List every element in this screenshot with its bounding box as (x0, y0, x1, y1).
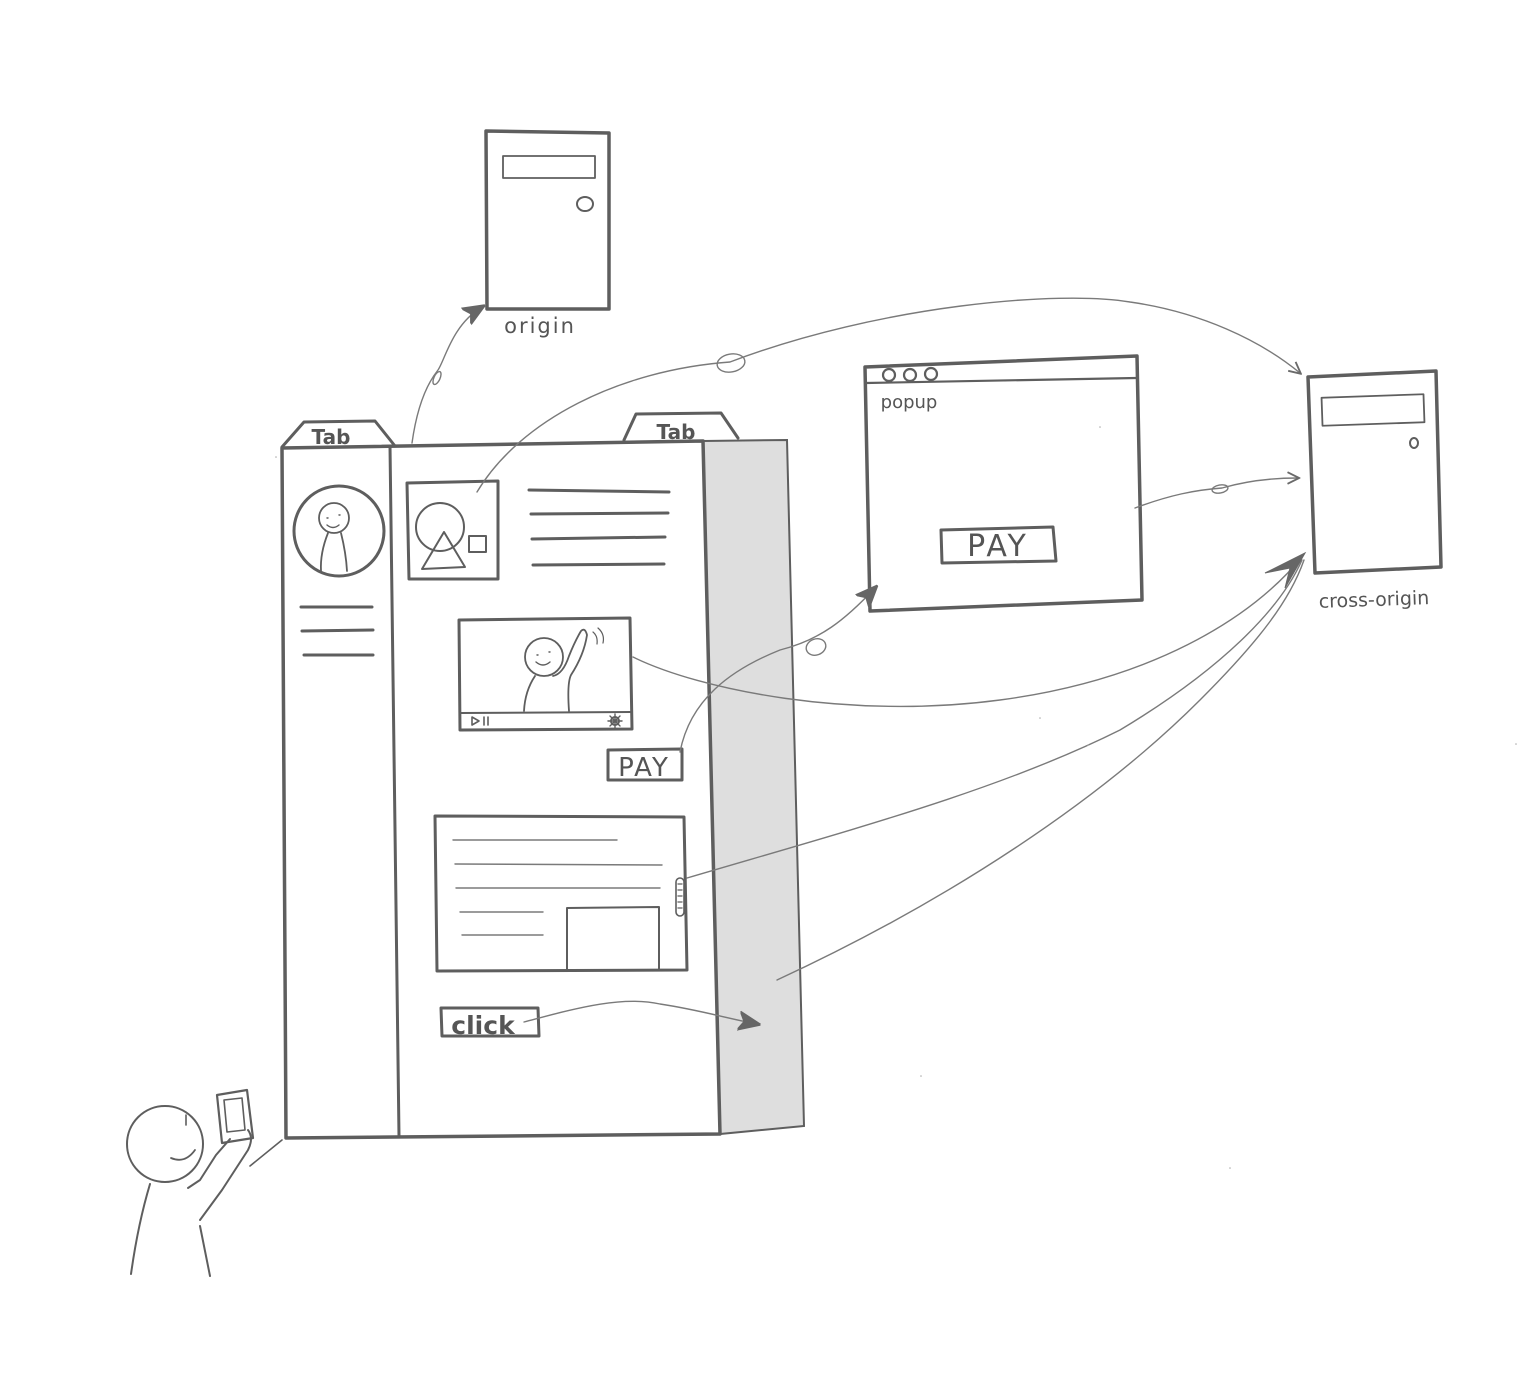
tab-left-label: Tab (312, 425, 351, 449)
video-player[interactable] (457, 616, 634, 732)
diagram-canvas: origin cross-origin Tab Tab PAY click po… (0, 0, 1526, 1387)
pay-button-label: PAY (618, 753, 670, 783)
diagram-svg: origin cross-origin Tab Tab PAY click po… (126, 129, 1517, 1277)
cross-origin-server-icon (1306, 369, 1443, 575)
sidebar-text-lines (299, 605, 375, 657)
pay-button[interactable]: PAY (606, 747, 684, 783)
article-text-lines (527, 488, 671, 567)
tab-right-label: Tab (657, 420, 696, 444)
popup-pay-button[interactable]: PAY (939, 525, 1058, 565)
iframe-scrollbar[interactable] (675, 877, 685, 917)
avatar (292, 484, 386, 578)
user-with-phone-icon (126, 1088, 283, 1277)
tab-right[interactable]: Tab (622, 411, 740, 444)
click-button[interactable]: click (439, 1006, 541, 1040)
origin-server-icon (484, 129, 611, 311)
play-pause-icon[interactable] (471, 716, 489, 726)
settings-gear-icon[interactable] (607, 713, 623, 729)
cross-origin-label: cross-origin (1318, 587, 1429, 613)
click-button-label: click (451, 1011, 516, 1040)
popup-pay-button-label: PAY (967, 529, 1029, 564)
origin-label: origin (504, 314, 576, 338)
embedded-iframe[interactable] (433, 814, 689, 973)
connector-arrows (411, 297, 1307, 1024)
popup-window: popup (863, 354, 1144, 613)
cross-origin-arrowhead (1264, 551, 1307, 589)
popup-label: popup (881, 392, 938, 413)
image-placeholder-icon (405, 479, 500, 581)
